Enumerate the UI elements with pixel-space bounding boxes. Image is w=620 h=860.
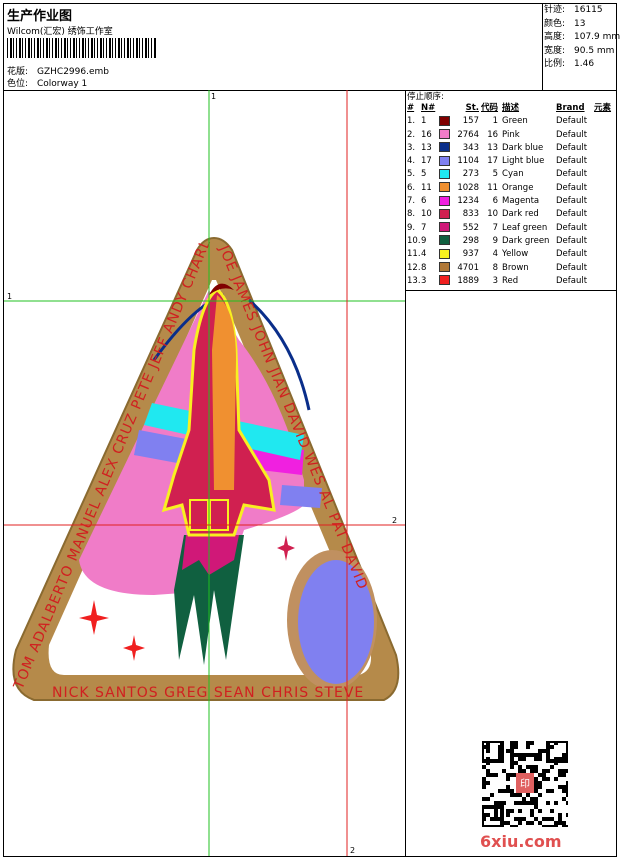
color-row: 6. 11 1028 11 Orange Default (407, 182, 588, 193)
color-row: 2. 16 2764 16 Pink Default (407, 129, 588, 140)
color-swatch (439, 248, 450, 259)
color-row: 13. 3 1889 3 Red Default (407, 275, 588, 286)
stat-scale: 比例: 1.46 (544, 59, 595, 69)
color-swatch (439, 262, 450, 273)
color-row: 1. 1 157 1 Green Default (407, 115, 588, 127)
color-swatch (439, 235, 450, 246)
color-row: 10. 9 298 9 Dark green Default (407, 235, 588, 246)
color-swatch (439, 168, 450, 179)
shuttle-tank (212, 295, 236, 490)
design-stats: 针迹: 16115 颜色: 13 高度: 107.9 mm 宽度: 90.5 mm 比例… (543, 4, 620, 90)
color-swatch (439, 195, 450, 206)
color-table: # N# St. 代码 描述 Brand 元素 1. 1 157 1 Green Defa… (407, 102, 611, 288)
embroidery-preview: TOM ADALBERTO MANUEL ALEX CRUZ PETE JEFF… (4, 90, 405, 856)
panel-title: 停止顺序: (407, 92, 444, 102)
sheet-subtitle: Wilcom(汇宏) 绣饰工作室 (7, 27, 113, 37)
color-swatch (439, 142, 450, 153)
color-row: 3. 13 343 13 Dark blue Default (407, 142, 588, 153)
colorway-label: 色位: (7, 79, 29, 89)
stat-width: 宽度: 90.5 mm (544, 45, 615, 56)
stat-colors: 颜色: 13 (544, 18, 586, 29)
color-row: 12. 8 4701 8 Brown Default (407, 262, 588, 273)
stat-height: 高度: 107.9 mm (544, 32, 620, 42)
qr-code: 印 (482, 741, 568, 827)
colorway-row: 色位: Colorway 1 (7, 76, 87, 89)
bottom-names: NICK SANTOS GREG SEAN CHRIS STEVE (52, 685, 364, 701)
color-row: 9. 7 552 7 Leaf green Default (407, 222, 588, 233)
guide-label-v2: 2 (350, 846, 355, 855)
color-swatch (439, 155, 450, 166)
guide-label-h2: 2 (392, 516, 397, 525)
color-swatch (439, 182, 450, 193)
color-table-header: # N# St. 代码 描述 Brand 元素 (407, 103, 612, 113)
guide-label-v1: 1 (211, 92, 216, 101)
color-row: 5. 5 273 5 Cyan Default (407, 168, 588, 180)
guide-label-h1: 1 (7, 292, 12, 301)
production-sheet: 生产作业图 Wilcom(汇宏) 绣饰工作室 花版: GZHC2996.emb 色… (3, 3, 620, 857)
colorway-value: Colorway 1 (37, 79, 88, 89)
color-row: 8. 10 833 10 Dark red Default (407, 208, 588, 220)
sheet-title: 生产作业图 (7, 9, 73, 24)
sheet-header: 生产作业图 Wilcom(汇宏) 绣饰工作室 花版: GZHC2996.emb 色… (4, 4, 620, 91)
color-swatch (439, 275, 450, 286)
color-swatch (439, 129, 450, 140)
watermark-logo: 6xiu.com (480, 832, 562, 851)
color-row: 4. 17 1104 17 Light blue Default (407, 155, 588, 167)
stat-stitches: 针迹: 16115 (544, 5, 603, 15)
color-swatch (439, 208, 450, 219)
color-swatch (439, 115, 450, 126)
header-info: 生产作业图 Wilcom(汇宏) 绣饰工作室 花版: GZHC2996.emb 色… (4, 4, 543, 90)
color-row: 11. 4 937 4 Yellow Default (407, 248, 588, 260)
design-canvas: TOM ADALBERTO MANUEL ALEX CRUZ PETE JEFF… (4, 90, 406, 856)
barcode (7, 38, 157, 58)
color-row: 7. 6 1234 6 Magenta Default (407, 195, 588, 207)
qr-center-label: 印 (520, 778, 530, 790)
stop-sequence-panel: 停止顺序: # N# St. 代码 描述 Brand 元素 1. 1 157 1 Gre… (406, 90, 616, 291)
color-swatch (439, 222, 450, 233)
